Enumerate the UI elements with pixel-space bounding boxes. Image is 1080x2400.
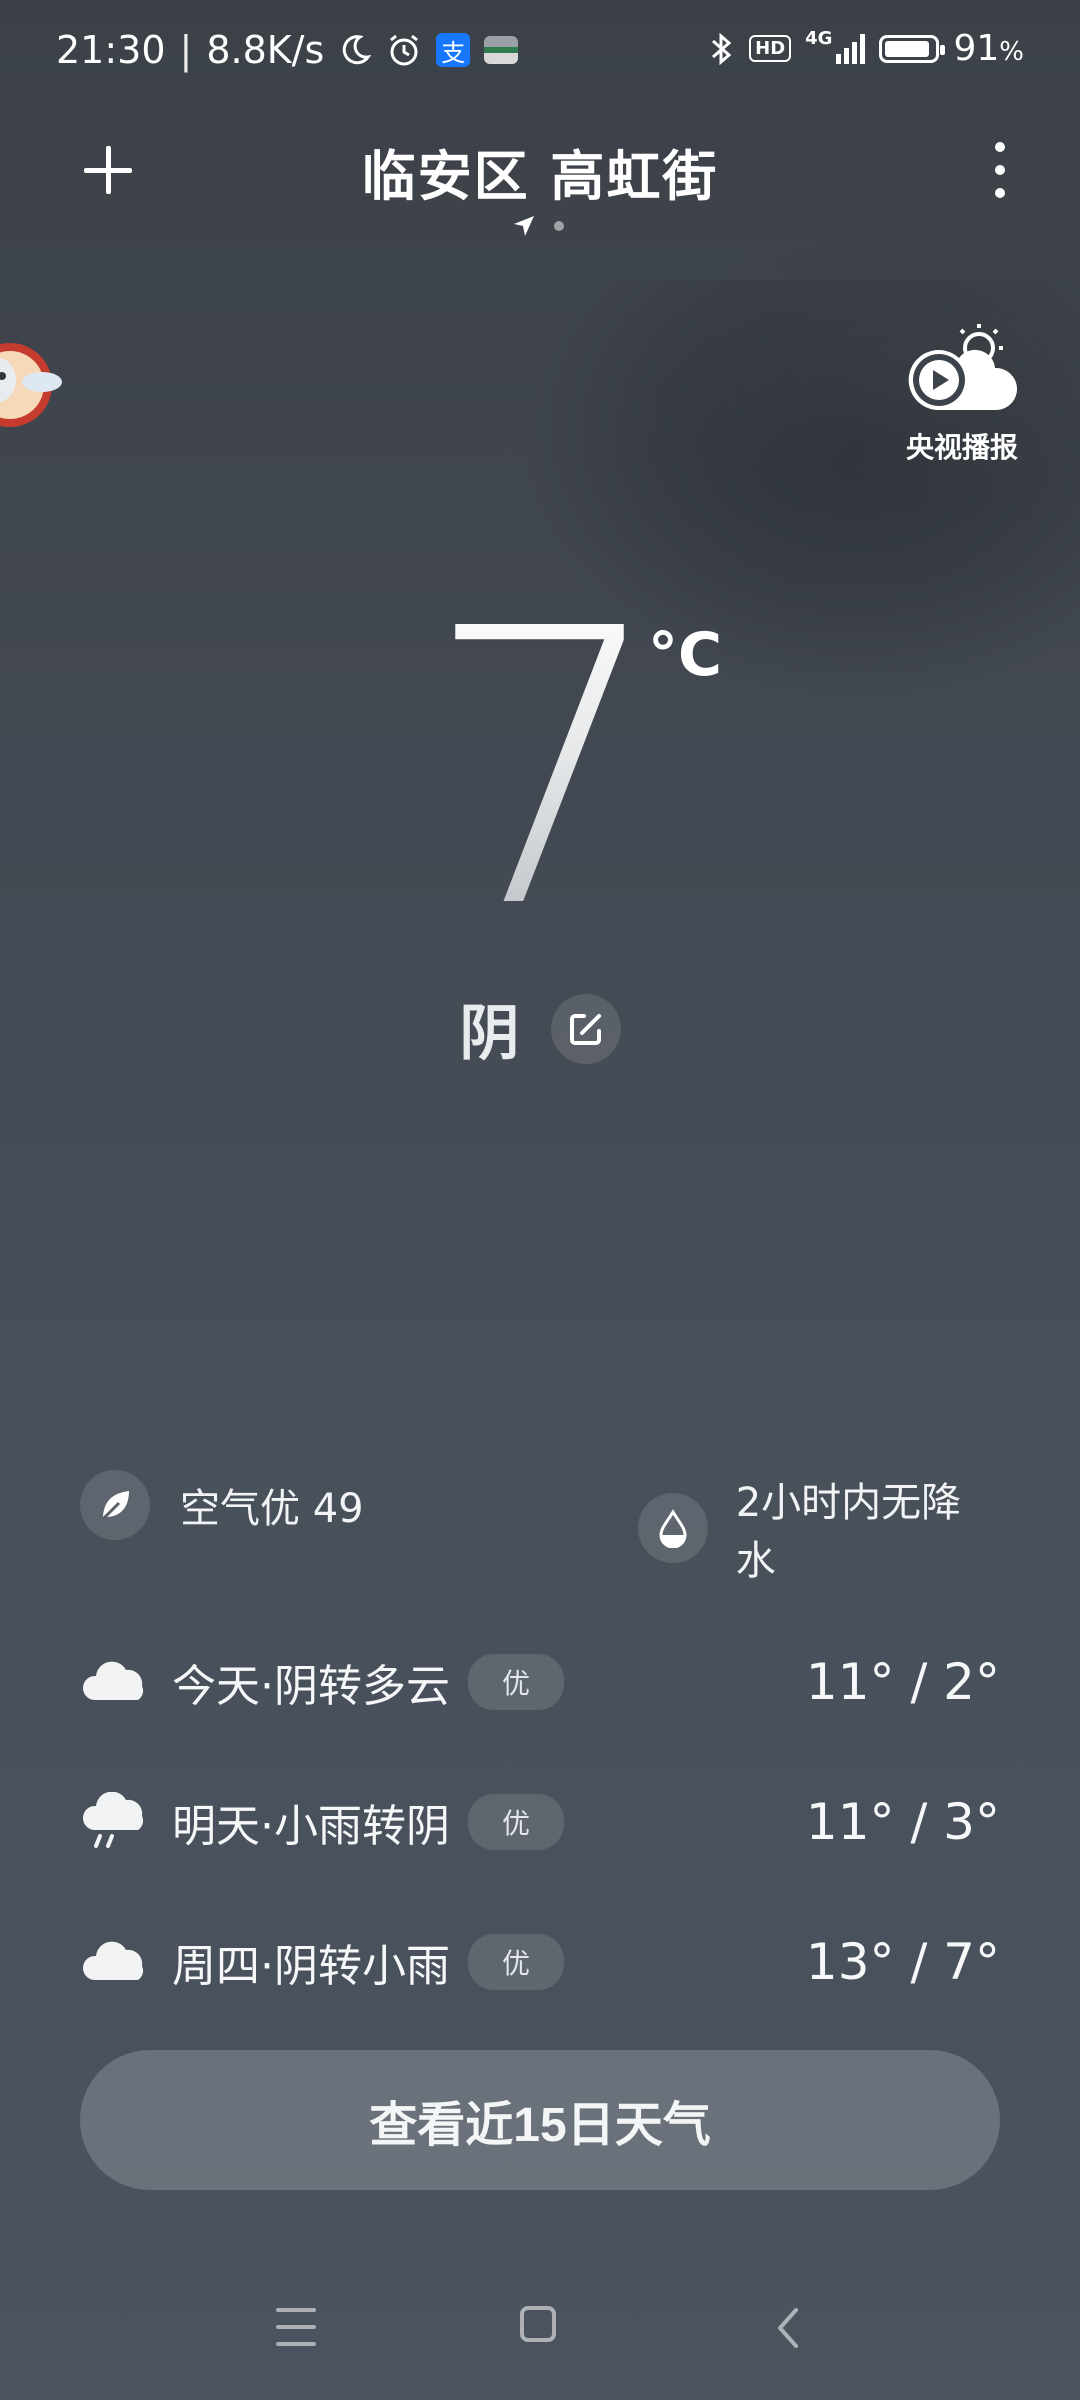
- page-indicator: [512, 214, 564, 238]
- battery-percent: 91%: [953, 28, 1024, 69]
- navigation-bar: [0, 2260, 1080, 2400]
- air-quality-item[interactable]: 空气优 49: [80, 1470, 364, 1540]
- cctv-broadcast-button[interactable]: 央视播报: [892, 320, 1032, 466]
- status-divider: |: [179, 28, 193, 72]
- aqi-badge: 优: [468, 1654, 565, 1710]
- status-right: HD 4G 91%: [709, 28, 1024, 69]
- current-condition: 阴: [0, 985, 1080, 1072]
- temperature-unit: °C: [648, 620, 723, 690]
- status-bar: 21:30 | 8.8K/s 支 HD 4G 91%: [0, 0, 1080, 104]
- forecast-temps: 11° / 3°: [805, 1793, 1000, 1851]
- battery-fill: [885, 40, 930, 57]
- forecast-temps: 11° / 2°: [805, 1653, 1000, 1711]
- bluetooth-icon: [712, 32, 732, 65]
- cloud-icon: [82, 1661, 144, 1700]
- leaf-icon: [80, 1470, 150, 1540]
- edit-feedback-button[interactable]: [550, 993, 621, 1064]
- location-arrow-icon: [514, 216, 534, 236]
- forecast-day: 周四·阴转小雨: [172, 1941, 450, 1992]
- hd-badge: HD: [749, 35, 792, 62]
- temperature-value: 7: [424, 548, 666, 991]
- mascot-icon[interactable]: [0, 320, 70, 450]
- battery-unit: %: [999, 37, 1024, 67]
- forecast-day: 明天·小雨转阴: [172, 1801, 450, 1852]
- network-type: 4G: [805, 28, 833, 49]
- forecast-list: 今天·阴转多云 优 11° / 2° 明天·小雨转阴 优 11° / 3° 周四…: [80, 1612, 1000, 2032]
- home-button[interactable]: [520, 2306, 556, 2342]
- status-time: 21:30: [56, 28, 166, 72]
- cctv-label: 央视播报: [905, 431, 1018, 464]
- current-temperature: 7 °C: [0, 580, 1080, 960]
- water-drop-icon: [638, 1493, 708, 1563]
- info-row: 空气优 49 2小时内无降水: [80, 1470, 1000, 1584]
- recent-apps-button[interactable]: [276, 2308, 316, 2346]
- battery-icon: [879, 34, 946, 63]
- status-left: 21:30 | 8.8K/s 支: [56, 28, 519, 72]
- signal-icon: [836, 33, 866, 64]
- forecast-row[interactable]: 周四·阴转小雨 优 13° / 7°: [80, 1892, 1000, 2032]
- location-title[interactable]: 临安区 高虹街: [0, 132, 1080, 211]
- more-menu-button[interactable]: [990, 142, 1010, 198]
- play-cloud-icon: [908, 324, 1018, 410]
- precipitation-item[interactable]: 2小时内无降水: [638, 1470, 1000, 1586]
- forecast-row[interactable]: 明天·小雨转阴 优 11° / 3°: [80, 1752, 1000, 1892]
- moon-icon: [343, 35, 372, 65]
- back-button[interactable]: [768, 2304, 808, 2352]
- aqi-badge: 优: [468, 1934, 565, 1990]
- wallet-icon: [484, 36, 519, 64]
- air-quality-text: 空气优 49: [180, 1486, 364, 1532]
- app-header: 临安区 高虹街: [0, 120, 1080, 250]
- forecast-row[interactable]: 今天·阴转多云 优 11° / 2°: [80, 1612, 1000, 1752]
- precipitation-text: 2小时内无降水: [735, 1480, 962, 1584]
- network-speed: 8.8K/s: [206, 28, 325, 72]
- forecast-temps: 13° / 7°: [805, 1933, 1000, 1991]
- page-dot[interactable]: [554, 221, 564, 231]
- view-15-day-forecast-button[interactable]: 查看近15日天气: [80, 2050, 1000, 2190]
- cloud-icon: [82, 1941, 144, 1980]
- edit-icon: [569, 1013, 601, 1045]
- alipay-icon: 支: [436, 33, 471, 67]
- forecast-day: 今天·阴转多云: [172, 1661, 450, 1712]
- rain-icon: [83, 1792, 144, 1848]
- alarm-icon: [390, 34, 419, 66]
- battery-value: 91: [953, 28, 1000, 69]
- aqi-badge: 优: [468, 1794, 565, 1850]
- condition-text: 阴: [459, 999, 520, 1069]
